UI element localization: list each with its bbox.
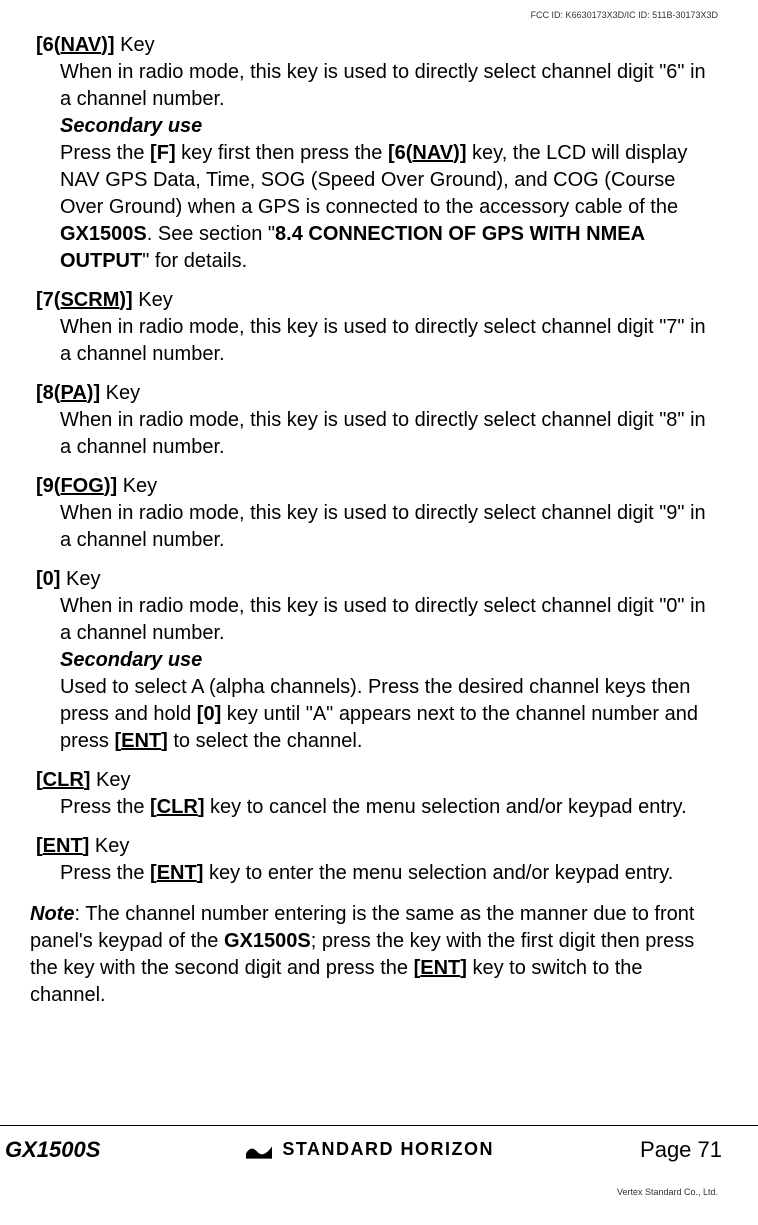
key-body: When in radio mode, this key is used to … — [60, 593, 722, 647]
page-number: Page 71 — [640, 1137, 722, 1163]
brand-logo: STANDARD HORIZON — [246, 1139, 494, 1160]
key-block: [7(SCRM)] Key When in radio mode, this ke… — [30, 289, 722, 368]
footer-model: GX1500S — [5, 1137, 100, 1163]
text-run: " for details. — [142, 250, 247, 272]
key-body: Press the [ENT] key to enter the menu se… — [60, 860, 722, 887]
text-run: GX1500S — [224, 930, 311, 952]
text-run: key to enter the menu selection and/or k… — [203, 862, 673, 884]
text-run: 0 — [203, 703, 214, 725]
text-run: key to cancel the menu selection and/or … — [205, 796, 687, 818]
key-title: [9(FOG)] Key — [36, 475, 722, 498]
text-run: ENT — [157, 862, 197, 884]
text-run: When in radio mode, this key is used to … — [60, 61, 706, 110]
text-run: When in radio mode, this key is used to … — [60, 595, 706, 644]
footer-company: Vertex Standard Co., Ltd. — [617, 1187, 718, 1197]
text-run: GX1500S — [60, 223, 147, 245]
text-run: When in radio mode, this key is used to … — [60, 409, 706, 458]
text-run: ] — [161, 730, 168, 752]
text-run: When in radio mode, this key is used to … — [60, 316, 706, 365]
secondary-use-body: Used to select A (alpha channels). Press… — [60, 674, 722, 755]
key-body: When in radio mode, this key is used to … — [60, 314, 722, 368]
key-body: When in radio mode, this key is used to … — [60, 59, 722, 113]
text-run: F — [157, 142, 169, 164]
text-run: [ — [388, 142, 395, 164]
text-run: [ — [150, 796, 157, 818]
text-run: ENT — [420, 957, 460, 979]
secondary-use-label: Secondary use — [60, 113, 722, 140]
text-run: . See section " — [147, 223, 275, 245]
text-run: ] — [460, 957, 467, 979]
key-title: [7(SCRM)] Key — [36, 289, 722, 312]
key-block: [6(NAV)] Key When in radio mode, this key… — [30, 34, 722, 275]
text-run: [ — [150, 142, 157, 164]
text-run: [ — [150, 862, 157, 884]
text-run: ] — [198, 796, 205, 818]
secondary-use-label: Secondary use — [60, 647, 722, 674]
key-title: [ENT] Key — [36, 835, 722, 858]
text-run: NAV — [412, 142, 453, 164]
header-fcc-id: FCC ID: K6630173X3D/IC ID: 511B-30173X3D — [531, 10, 718, 20]
text-run: 6 — [395, 142, 406, 164]
page-content: [6(NAV)] Key When in radio mode, this key… — [0, 0, 758, 1009]
note-block: Note: The channel number entering is the… — [30, 901, 722, 1009]
key-title: [0] Key — [36, 568, 722, 591]
key-block: [0] Key When in radio mode, this key is u… — [30, 568, 722, 755]
key-title: [6(NAV)] Key — [36, 34, 722, 57]
text-run: Press the — [60, 142, 150, 164]
text-run: Note — [30, 903, 74, 925]
text-run: CLR — [157, 796, 198, 818]
key-body: When in radio mode, this key is used to … — [60, 500, 722, 554]
text-run: Press the — [60, 796, 150, 818]
text-run: When in radio mode, this key is used to … — [60, 502, 706, 551]
key-block: [9(FOG)] Key When in radio mode, this key… — [30, 475, 722, 554]
text-run: ENT — [121, 730, 161, 752]
key-title: [CLR] Key — [36, 769, 722, 792]
text-run: key first then press the — [176, 142, 388, 164]
text-run: to select the channel. — [168, 730, 363, 752]
brand-wave-icon — [246, 1140, 272, 1160]
text-run: ] — [169, 142, 176, 164]
page-footer: GX1500S STANDARD HORIZON Page 71 — [0, 1125, 758, 1173]
key-block: [8(PA)] Key When in radio mode, this key … — [30, 382, 722, 461]
key-block: [ENT] KeyPress the [ENT] key to enter th… — [30, 835, 722, 887]
text-run: Press the — [60, 862, 150, 884]
key-body: Press the [CLR] key to cancel the menu s… — [60, 794, 722, 821]
secondary-use-body: Press the [F] key first then press the [… — [60, 140, 722, 275]
key-body: When in radio mode, this key is used to … — [60, 407, 722, 461]
brand-text: STANDARD HORIZON — [282, 1139, 494, 1160]
text-run: ] — [460, 142, 467, 164]
text-run: ) — [453, 142, 460, 164]
key-block: [CLR] KeyPress the [CLR] key to cancel t… — [30, 769, 722, 821]
key-title: [8(PA)] Key — [36, 382, 722, 405]
